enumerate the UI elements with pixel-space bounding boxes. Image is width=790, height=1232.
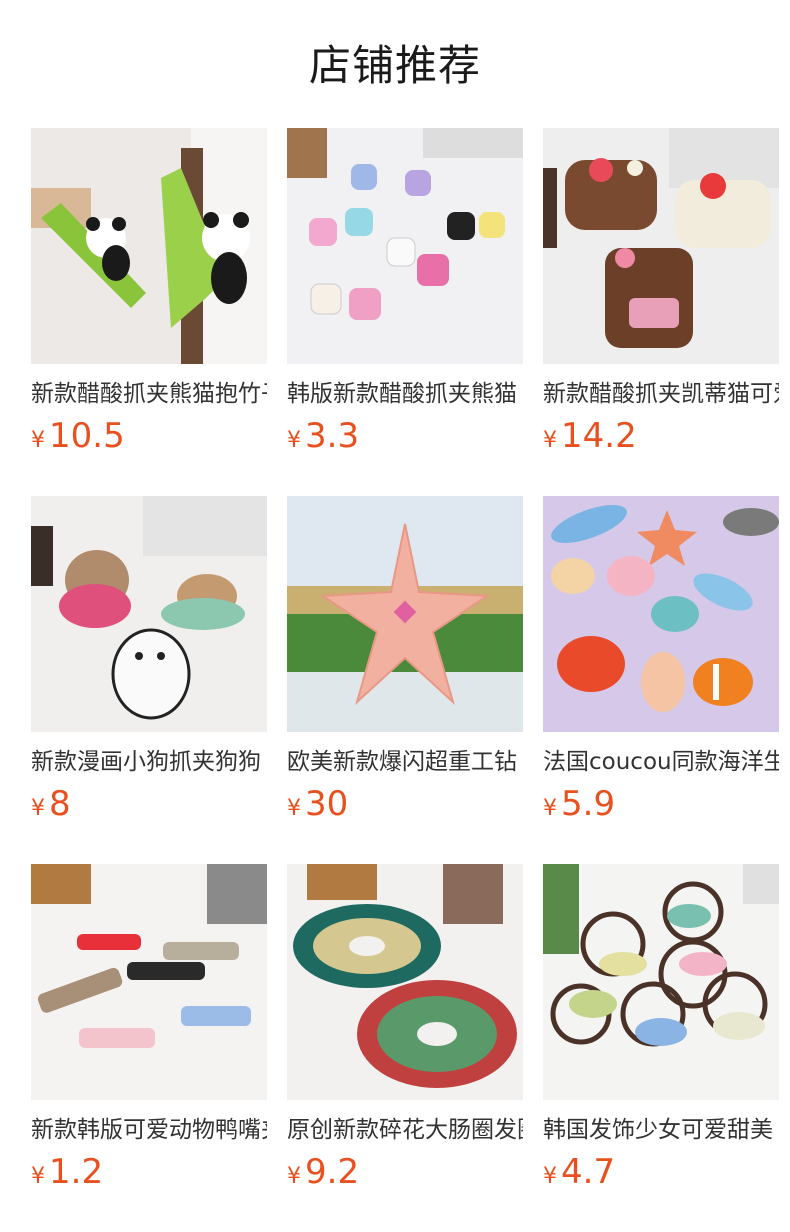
product-name[interactable]: 法国coucou同款海洋生物	[543, 746, 779, 778]
product-price: ¥1.2	[31, 1152, 103, 1196]
price-value: 3.3	[305, 416, 360, 456]
product-name[interactable]: 新款漫画小狗抓夹狗狗	[31, 746, 267, 778]
currency-symbol: ¥	[287, 1164, 301, 1189]
price-value: 1.2	[49, 1152, 104, 1192]
product-name[interactable]: 新款韩版可爱动物鸭嘴夹	[31, 1114, 267, 1146]
product-name[interactable]: 欧美新款爆闪超重工钻	[287, 746, 523, 778]
product-image[interactable]	[31, 496, 267, 732]
price-value: 30	[305, 784, 349, 824]
currency-symbol: ¥	[31, 1164, 45, 1189]
currency-symbol: ¥	[543, 796, 557, 821]
product-image[interactable]	[31, 864, 267, 1100]
currency-symbol: ¥	[31, 796, 45, 821]
product-name[interactable]: 新款醋酸抓夹熊猫抱竹子	[31, 378, 267, 410]
currency-symbol: ¥	[543, 1164, 557, 1189]
product-price: ¥4.7	[543, 1152, 615, 1196]
price-value: 5.9	[561, 784, 616, 824]
product-price: ¥30	[287, 784, 348, 828]
product-image[interactable]	[543, 496, 779, 732]
product-card[interactable]: 新款漫画小狗抓夹狗狗 ¥8	[31, 496, 267, 836]
product-image[interactable]	[287, 128, 523, 364]
product-image[interactable]	[31, 128, 267, 364]
product-card[interactable]: 韩版新款醋酸抓夹熊猫 ¥3.3	[287, 128, 523, 468]
product-card[interactable]: 新款韩版可爱动物鸭嘴夹 ¥1.2	[31, 864, 267, 1204]
product-price: ¥14.2	[543, 416, 637, 460]
product-image[interactable]	[287, 496, 523, 732]
price-value: 8	[49, 784, 71, 824]
currency-symbol: ¥	[287, 796, 301, 821]
product-image[interactable]	[543, 128, 779, 364]
product-name[interactable]: 新款醋酸抓夹凯蒂猫可爱	[543, 378, 779, 410]
price-value: 4.7	[561, 1152, 616, 1192]
price-value: 10.5	[49, 416, 125, 456]
product-image[interactable]	[543, 864, 779, 1100]
product-price: ¥3.3	[287, 416, 359, 460]
product-name[interactable]: 原创新款碎花大肠圈发圈	[287, 1114, 523, 1146]
price-value: 14.2	[561, 416, 637, 456]
product-price: ¥10.5	[31, 416, 125, 460]
product-card[interactable]: 新款醋酸抓夹熊猫抱竹子 ¥10.5	[31, 128, 267, 468]
product-card[interactable]: 欧美新款爆闪超重工钻 ¥30	[287, 496, 523, 836]
section-title: 店铺推荐	[308, 41, 481, 90]
price-value: 9.2	[305, 1152, 360, 1192]
product-card[interactable]: 法国coucou同款海洋生物 ¥5.9	[543, 496, 779, 836]
currency-symbol: ¥	[543, 428, 557, 453]
product-image[interactable]	[287, 864, 523, 1100]
product-name[interactable]: 韩国发饰少女可爱甜美	[543, 1114, 779, 1146]
product-price: ¥8	[31, 784, 71, 828]
product-card[interactable]: 韩国发饰少女可爱甜美 ¥4.7	[543, 864, 779, 1204]
product-name[interactable]: 韩版新款醋酸抓夹熊猫	[287, 378, 523, 410]
currency-symbol: ¥	[31, 428, 45, 453]
product-card[interactable]: 原创新款碎花大肠圈发圈 ¥9.2	[287, 864, 523, 1204]
product-price: ¥9.2	[287, 1152, 359, 1196]
product-card[interactable]: 新款醋酸抓夹凯蒂猫可爱 ¥14.2	[543, 128, 779, 468]
currency-symbol: ¥	[287, 428, 301, 453]
product-price: ¥5.9	[543, 784, 615, 828]
